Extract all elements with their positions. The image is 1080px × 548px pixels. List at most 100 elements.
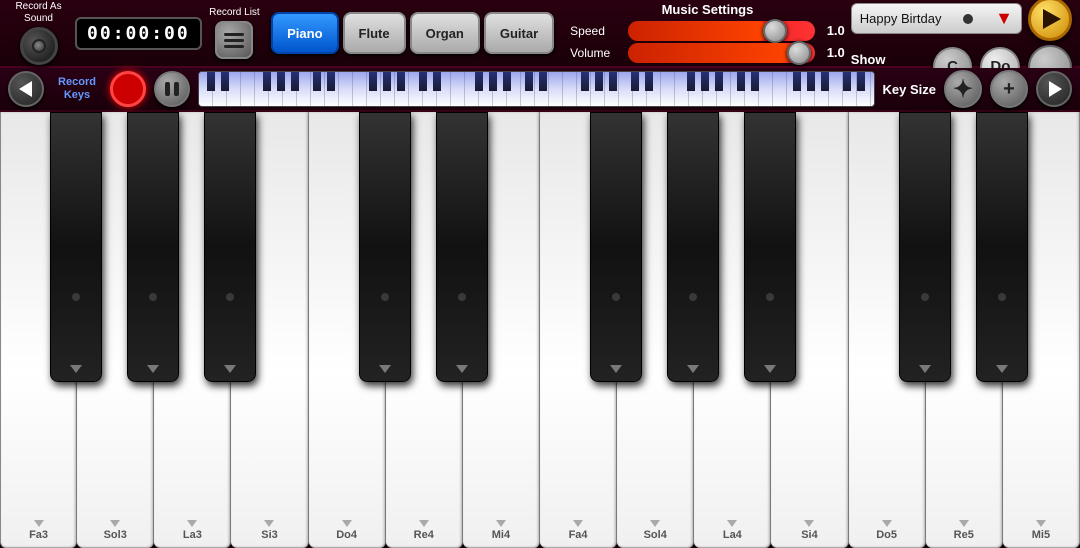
knob-inner bbox=[32, 39, 46, 53]
instrument-group: Piano Flute Organ Guitar bbox=[271, 12, 554, 54]
volume-value: 1.0 bbox=[821, 45, 845, 60]
list-lines-icon bbox=[224, 33, 244, 48]
mini-keys bbox=[199, 72, 874, 106]
key-size-decrease[interactable]: ✦ bbox=[944, 70, 982, 108]
nav-right-button[interactable] bbox=[1036, 71, 1072, 107]
white-key-label: Do4 bbox=[336, 529, 357, 541]
black-key-marker bbox=[764, 365, 776, 373]
black-key-marker bbox=[147, 365, 159, 373]
black-key-marker bbox=[379, 365, 391, 373]
white-key-marker bbox=[419, 520, 429, 527]
white-key-label: Do5 bbox=[876, 529, 897, 541]
piano-keys-container: Fa3Sol3La3Si3Do4Re4Mi4Fa4Sol4La4Si4Do5Re… bbox=[0, 112, 1080, 548]
nav-right-icon bbox=[1049, 81, 1062, 97]
white-key-marker bbox=[573, 520, 583, 527]
black-key-after-do4[interactable] bbox=[359, 112, 411, 382]
mini-piano-roll bbox=[198, 71, 875, 107]
guitar-button[interactable]: Guitar bbox=[484, 12, 554, 54]
white-key-label: Si4 bbox=[801, 529, 818, 541]
white-key-marker bbox=[959, 520, 969, 527]
piano-button[interactable]: Piano bbox=[271, 12, 338, 54]
volume-row: Volume 1.0 bbox=[570, 43, 845, 63]
white-key-marker bbox=[110, 520, 120, 527]
black-key-marker bbox=[919, 365, 931, 373]
speed-thumb[interactable] bbox=[763, 19, 787, 43]
white-key-marker bbox=[496, 520, 506, 527]
timer-display: 00:00:00 bbox=[75, 17, 202, 50]
pause-button[interactable] bbox=[154, 71, 190, 107]
black-key-marker bbox=[610, 365, 622, 373]
speed-label: Speed bbox=[570, 24, 622, 38]
song-name: Happy Birtday bbox=[860, 11, 942, 26]
nav-left-icon bbox=[19, 81, 32, 97]
black-key-after-re5[interactable] bbox=[976, 112, 1028, 382]
black-key-after-la4[interactable] bbox=[744, 112, 796, 382]
white-key-marker bbox=[1036, 520, 1046, 527]
white-key-marker bbox=[264, 520, 274, 527]
black-key-after-sol4[interactable] bbox=[667, 112, 719, 382]
white-key-label: Si3 bbox=[261, 529, 278, 541]
record-list-label: Record List bbox=[209, 7, 260, 19]
white-key-marker bbox=[342, 520, 352, 527]
key-size-label: Key Size bbox=[883, 82, 936, 97]
top-bar: Record As Sound 00:00:00 Record List Pia… bbox=[0, 0, 1080, 68]
volume-fill bbox=[628, 43, 792, 63]
white-key-label: Fa3 bbox=[29, 529, 48, 541]
white-key-label: Mi5 bbox=[1032, 529, 1050, 541]
middle-bar: Record Keys Key Size ✦ + bbox=[0, 68, 1080, 112]
volume-thumb[interactable] bbox=[787, 41, 811, 65]
white-key-label: Sol3 bbox=[104, 529, 127, 541]
white-key-label: Mi4 bbox=[492, 529, 510, 541]
white-key-label: Re4 bbox=[414, 529, 434, 541]
pause-icon bbox=[165, 82, 179, 96]
song-select[interactable]: Happy Birtday ▼ bbox=[851, 3, 1022, 34]
white-key-label: Sol4 bbox=[644, 529, 667, 541]
white-key-marker bbox=[882, 520, 892, 527]
black-key-after-la3[interactable] bbox=[204, 112, 256, 382]
speed-value: 1.0 bbox=[821, 23, 845, 38]
volume-label: Volume bbox=[570, 46, 622, 60]
volume-slider[interactable] bbox=[628, 43, 815, 63]
black-key-marker bbox=[70, 365, 82, 373]
key-size-increase[interactable]: + bbox=[990, 70, 1028, 108]
flute-button[interactable]: Flute bbox=[343, 12, 406, 54]
black-key-marker bbox=[687, 365, 699, 373]
record-keys-label: Record Keys bbox=[52, 76, 102, 102]
black-key-marker bbox=[456, 365, 468, 373]
black-key-marker bbox=[224, 365, 236, 373]
white-key-marker bbox=[34, 520, 44, 527]
white-key-marker bbox=[187, 520, 197, 527]
music-settings-title: Music Settings bbox=[662, 2, 754, 17]
record-button[interactable] bbox=[110, 71, 146, 107]
record-as-sound[interactable]: Record As Sound bbox=[8, 1, 69, 65]
black-key-after-fa3[interactable] bbox=[50, 112, 102, 382]
white-key-marker bbox=[650, 520, 660, 527]
speed-fill bbox=[628, 21, 768, 41]
black-key-after-fa4[interactable] bbox=[590, 112, 642, 382]
music-control-top-row: Happy Birtday ▼ bbox=[851, 0, 1072, 41]
black-key-marker bbox=[996, 365, 1008, 373]
black-key-after-do5[interactable] bbox=[899, 112, 951, 382]
record-list-button[interactable] bbox=[215, 21, 253, 59]
speed-row: Speed 1.0 bbox=[570, 21, 845, 41]
nav-left-button[interactable] bbox=[8, 71, 44, 107]
white-key-marker bbox=[804, 520, 814, 527]
record-list[interactable]: Record List bbox=[208, 7, 261, 59]
white-key-label: Fa4 bbox=[569, 529, 588, 541]
song-dot bbox=[963, 14, 973, 24]
dropdown-arrow-icon: ▼ bbox=[995, 8, 1013, 29]
black-key-after-sol3[interactable] bbox=[127, 112, 179, 382]
music-settings: Music Settings Speed 1.0 Volume 1.0 bbox=[570, 2, 845, 65]
white-key-marker bbox=[727, 520, 737, 527]
piano-section: Fa3Sol3La3Si3Do4Re4Mi4Fa4Sol4La4Si4Do5Re… bbox=[0, 112, 1080, 548]
play-button[interactable] bbox=[1028, 0, 1072, 41]
speed-slider[interactable] bbox=[628, 21, 815, 41]
app-container: Record As Sound 00:00:00 Record List Pia… bbox=[0, 0, 1080, 548]
white-key-label: Re5 bbox=[954, 529, 974, 541]
record-as-sound-knob[interactable] bbox=[20, 27, 58, 65]
record-as-sound-label: Record As Sound bbox=[8, 1, 69, 25]
black-key-after-re4[interactable] bbox=[436, 112, 488, 382]
white-key-label: La4 bbox=[723, 529, 742, 541]
organ-button[interactable]: Organ bbox=[410, 12, 480, 54]
play-icon bbox=[1043, 9, 1061, 29]
